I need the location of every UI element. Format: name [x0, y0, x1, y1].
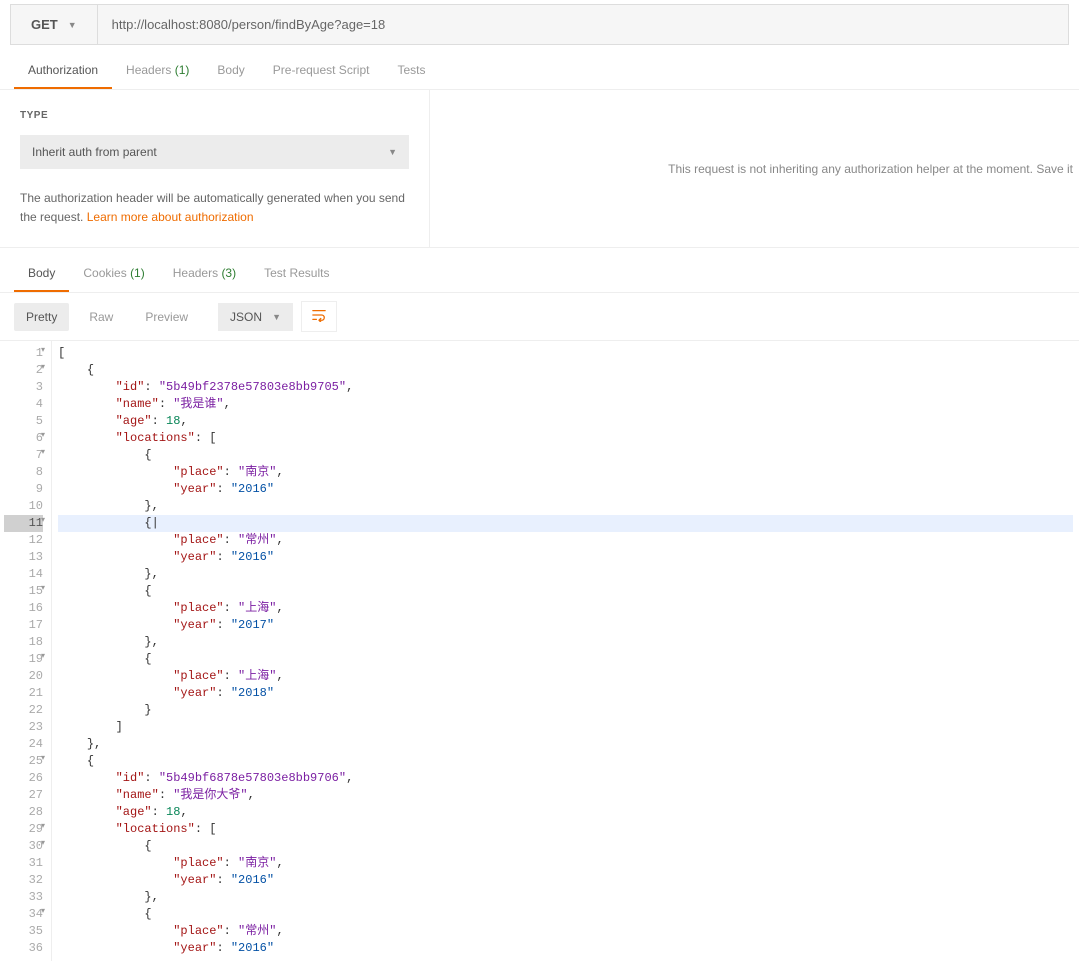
- resp-tab-body[interactable]: Body: [14, 256, 69, 292]
- response-toolbar: Pretty Raw Preview JSON ▼: [0, 293, 1079, 341]
- code-line[interactable]: },: [58, 498, 1073, 515]
- learn-more-link[interactable]: Learn more about authorization: [87, 210, 254, 224]
- code-line[interactable]: "year": "2017": [58, 617, 1073, 634]
- request-bar: GET ▼ http://localhost:8080/person/findB…: [10, 4, 1069, 45]
- code-line[interactable]: {: [58, 838, 1073, 855]
- code-line[interactable]: {: [58, 583, 1073, 600]
- code-line[interactable]: "place": "南京",: [58, 464, 1073, 481]
- code-line[interactable]: "place": "常州",: [58, 532, 1073, 549]
- chevron-down-icon: ▼: [272, 312, 281, 322]
- resp-tab-testresults[interactable]: Test Results: [250, 256, 343, 292]
- code-line[interactable]: "year": "2016": [58, 481, 1073, 498]
- code-line[interactable]: "place": "上海",: [58, 668, 1073, 685]
- code-content[interactable]: [ { "id": "5b49bf2378e57803e8bb9705", "n…: [52, 341, 1079, 961]
- auth-type-label: TYPE: [20, 110, 409, 121]
- code-line[interactable]: "id": "5b49bf2378e57803e8bb9705",: [58, 379, 1073, 396]
- code-line[interactable]: {: [58, 362, 1073, 379]
- code-line[interactable]: ]: [58, 719, 1073, 736]
- tab-tests[interactable]: Tests: [383, 53, 439, 89]
- code-line[interactable]: "name": "我是你大爷",: [58, 787, 1073, 804]
- request-tabs: Authorization Headers (1) Body Pre-reque…: [0, 53, 1079, 90]
- code-line[interactable]: },: [58, 566, 1073, 583]
- url-input[interactable]: http://localhost:8080/person/findByAge?a…: [98, 5, 1068, 44]
- resp-tab-headers[interactable]: Headers (3): [159, 256, 250, 292]
- code-line[interactable]: }: [58, 702, 1073, 719]
- code-line[interactable]: {: [58, 651, 1073, 668]
- auth-type-value: Inherit auth from parent: [32, 145, 157, 159]
- wrap-lines-button[interactable]: [301, 301, 337, 332]
- code-line[interactable]: "id": "5b49bf6878e57803e8bb9706",: [58, 770, 1073, 787]
- format-value: JSON: [230, 310, 262, 324]
- http-method-select[interactable]: GET ▼: [11, 5, 98, 44]
- code-line[interactable]: {: [58, 753, 1073, 770]
- code-line[interactable]: "place": "上海",: [58, 600, 1073, 617]
- code-line[interactable]: "locations": [: [58, 430, 1073, 447]
- code-line[interactable]: "name": "我是谁",: [58, 396, 1073, 413]
- auth-left: TYPE Inherit auth from parent ▼ The auth…: [0, 90, 430, 247]
- code-line[interactable]: "year": "2018": [58, 685, 1073, 702]
- authorization-panel: TYPE Inherit auth from parent ▼ The auth…: [0, 90, 1079, 248]
- chevron-down-icon: ▼: [388, 147, 397, 157]
- line-gutter: 1234567891011121314151617181920212223242…: [0, 341, 52, 961]
- code-line[interactable]: "place": "南京",: [58, 855, 1073, 872]
- tab-body[interactable]: Body: [203, 53, 258, 89]
- chevron-down-icon: ▼: [68, 20, 77, 30]
- code-line[interactable]: {|: [58, 515, 1073, 532]
- view-preview-button[interactable]: Preview: [133, 303, 200, 331]
- code-line[interactable]: "place": "常州",: [58, 923, 1073, 940]
- wrap-icon: [312, 308, 326, 322]
- tab-prerequest[interactable]: Pre-request Script: [259, 53, 384, 89]
- view-raw-button[interactable]: Raw: [77, 303, 125, 331]
- code-line[interactable]: },: [58, 634, 1073, 651]
- code-line[interactable]: "age": 18,: [58, 804, 1073, 821]
- code-line[interactable]: [: [58, 345, 1073, 362]
- format-select[interactable]: JSON ▼: [218, 303, 293, 331]
- auth-description: The authorization header will be automat…: [20, 189, 409, 227]
- code-line[interactable]: {: [58, 906, 1073, 923]
- auth-type-select[interactable]: Inherit auth from parent ▼: [20, 135, 409, 169]
- response-tabs: Body Cookies (1) Headers (3) Test Result…: [0, 256, 1079, 293]
- code-line[interactable]: "year": "2016": [58, 940, 1073, 957]
- code-line[interactable]: },: [58, 889, 1073, 906]
- tab-authorization[interactable]: Authorization: [14, 53, 112, 89]
- tab-headers[interactable]: Headers (1): [112, 53, 203, 89]
- code-line[interactable]: },: [58, 736, 1073, 753]
- code-line[interactable]: "year": "2016": [58, 872, 1073, 889]
- code-line[interactable]: {: [58, 447, 1073, 464]
- code-line[interactable]: "locations": [: [58, 821, 1073, 838]
- resp-tab-cookies[interactable]: Cookies (1): [69, 256, 158, 292]
- view-pretty-button[interactable]: Pretty: [14, 303, 69, 331]
- response-body[interactable]: 1234567891011121314151617181920212223242…: [0, 341, 1079, 961]
- code-line[interactable]: "year": "2016": [58, 549, 1073, 566]
- code-line[interactable]: "age": 18,: [58, 413, 1073, 430]
- auth-inherit-message: This request is not inheriting any autho…: [430, 90, 1079, 247]
- http-method-label: GET: [31, 17, 58, 32]
